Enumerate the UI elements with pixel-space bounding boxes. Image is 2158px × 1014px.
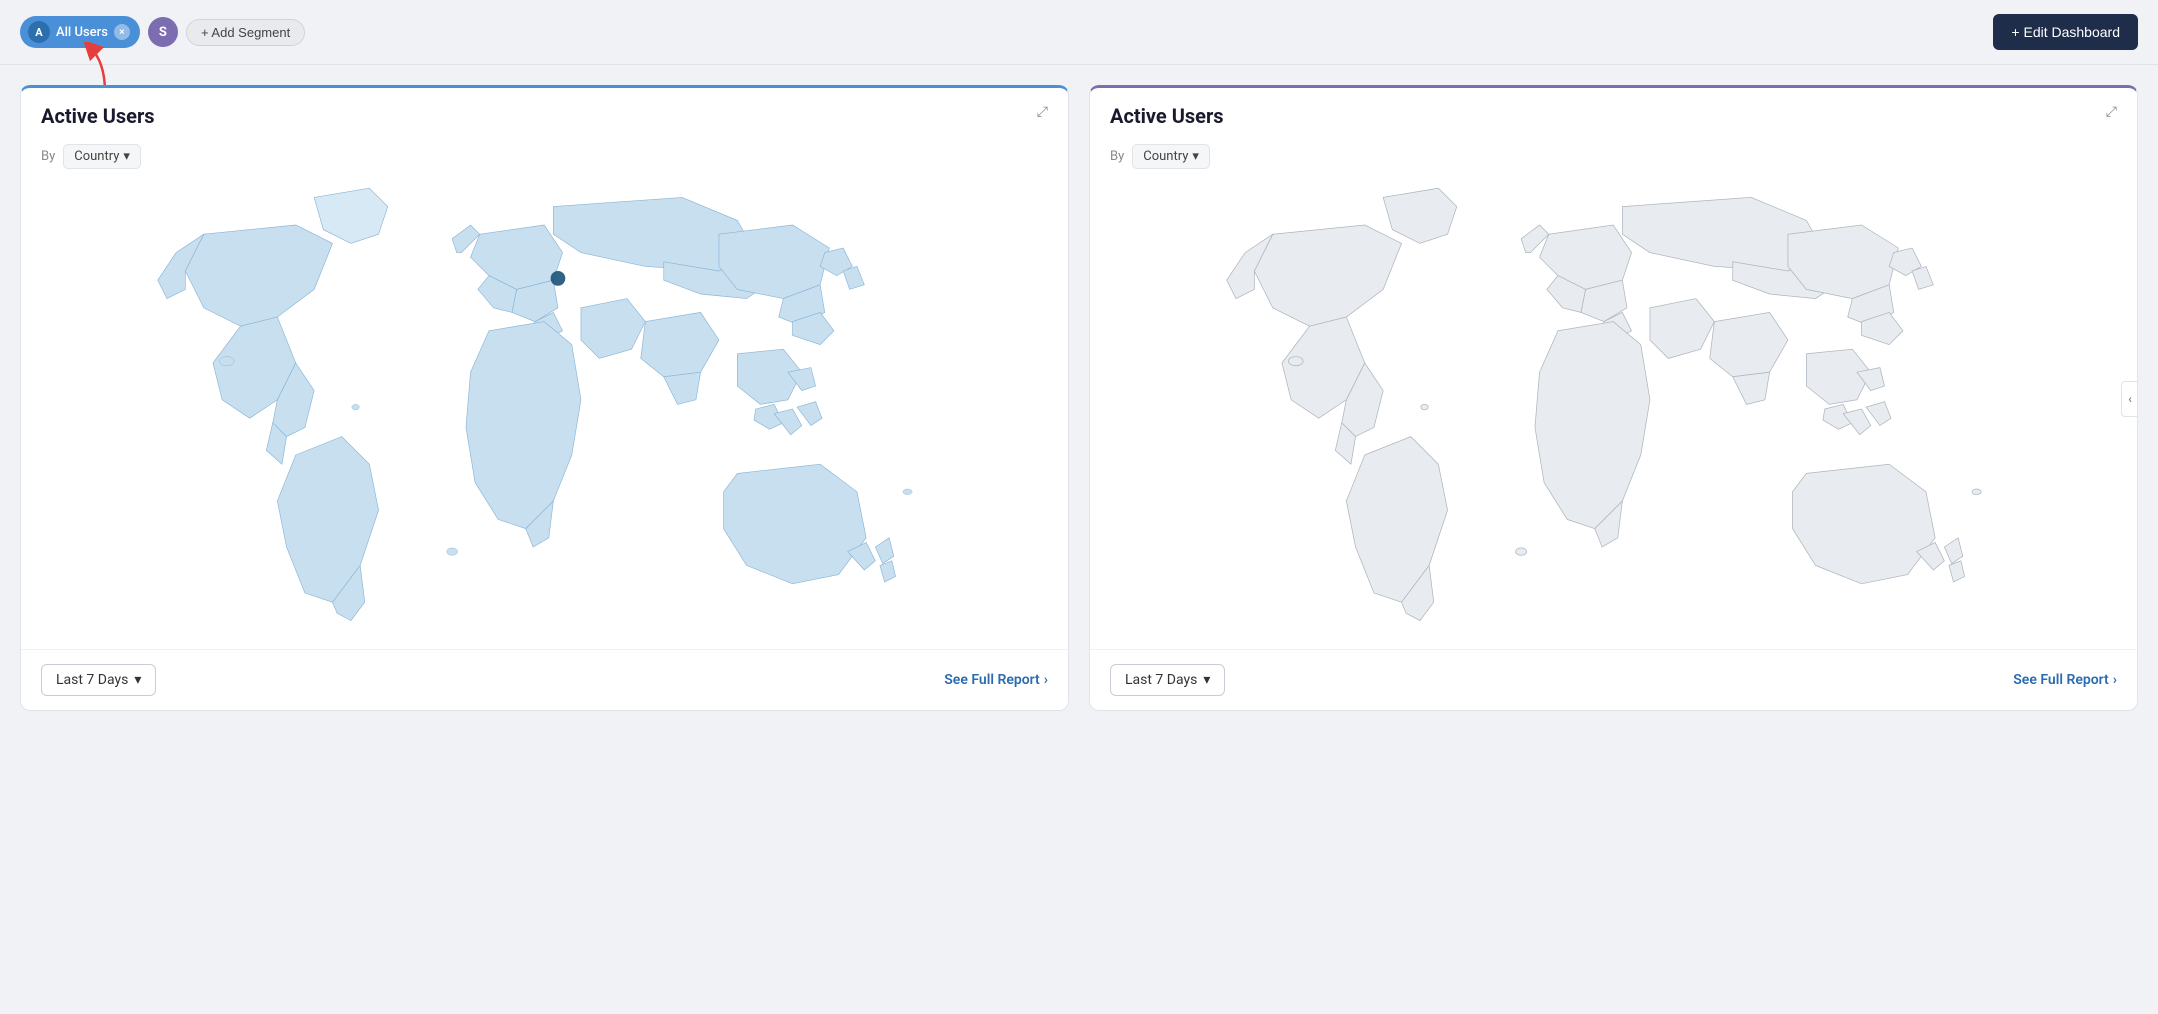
world-map-right [1142, 179, 2084, 639]
chevron-down-icon-days-left: ▾ [134, 672, 141, 688]
card-title-left: Active Users [41, 104, 155, 128]
by-label-right: By [1110, 149, 1124, 164]
segment-pills: A All Users × S + Add Segment [20, 16, 305, 48]
add-segment-button[interactable]: + Add Segment [186, 19, 305, 46]
active-users-card-left: Active Users ⤢ By Country ▾ [20, 85, 1069, 711]
chevron-down-icon-days-right: ▾ [1203, 672, 1210, 688]
country-dropdown-right[interactable]: Country ▾ [1132, 144, 1210, 169]
days-dropdown-right[interactable]: Last 7 Days ▾ [1110, 664, 1225, 696]
chevron-right-icon-right: › [2113, 672, 2117, 688]
country-dropdown-left[interactable]: Country ▾ [63, 144, 141, 169]
all-users-avatar: A [28, 21, 50, 43]
segment-s-avatar[interactable]: S [148, 17, 178, 47]
chevron-right-icon-left: › [1044, 672, 1048, 688]
top-bar: A All Users × S + Add Segment [0, 0, 2158, 65]
add-segment-label: + Add Segment [201, 25, 290, 40]
collapse-icon: ‹ [2128, 392, 2132, 406]
chevron-down-icon-left: ▾ [123, 149, 130, 164]
see-full-report-right[interactable]: See Full Report › [2013, 672, 2117, 688]
by-label-left: By [41, 149, 55, 164]
days-dropdown-left[interactable]: Last 7 Days ▾ [41, 664, 156, 696]
chevron-down-icon-right: ▾ [1192, 149, 1199, 164]
see-full-report-left[interactable]: See Full Report › [944, 672, 1048, 688]
country-dropdown-right-value: Country [1143, 149, 1188, 164]
card-title-right: Active Users [1110, 104, 1224, 128]
card-by-row-right: By Country ▾ [1090, 144, 2137, 169]
card-footer-left: Last 7 Days ▾ See Full Report › [21, 649, 1068, 710]
expand-icon-left[interactable]: ⤢ [1037, 104, 1048, 120]
map-area-left [21, 169, 1068, 649]
main-content: Active Users ⤢ By Country ▾ [0, 65, 2158, 731]
card-header-left: Active Users ⤢ [21, 88, 1068, 138]
card-by-row-left: By Country ▾ [21, 144, 1068, 169]
world-map-left [73, 179, 1015, 639]
map-area-right [1090, 169, 2137, 649]
edit-dashboard-label: + Edit Dashboard [2011, 24, 2120, 40]
country-dropdown-left-value: Country [74, 149, 119, 164]
card-header-right: Active Users ⤢ [1090, 88, 2137, 138]
all-users-pill[interactable]: A All Users × [20, 16, 140, 48]
active-users-card-right: Active Users ⤢ By Country ▾ [1089, 85, 2138, 711]
collapse-panel-button[interactable]: ‹ [2121, 381, 2138, 417]
card-footer-right: Last 7 Days ▾ See Full Report › [1090, 649, 2137, 710]
days-label-right: Last 7 Days [1125, 672, 1197, 688]
all-users-close-button[interactable]: × [114, 24, 130, 40]
days-label-left: Last 7 Days [56, 672, 128, 688]
all-users-label: All Users [56, 25, 108, 40]
edit-dashboard-button[interactable]: + Edit Dashboard [1993, 14, 2138, 50]
expand-icon-right[interactable]: ⤢ [2106, 104, 2117, 120]
